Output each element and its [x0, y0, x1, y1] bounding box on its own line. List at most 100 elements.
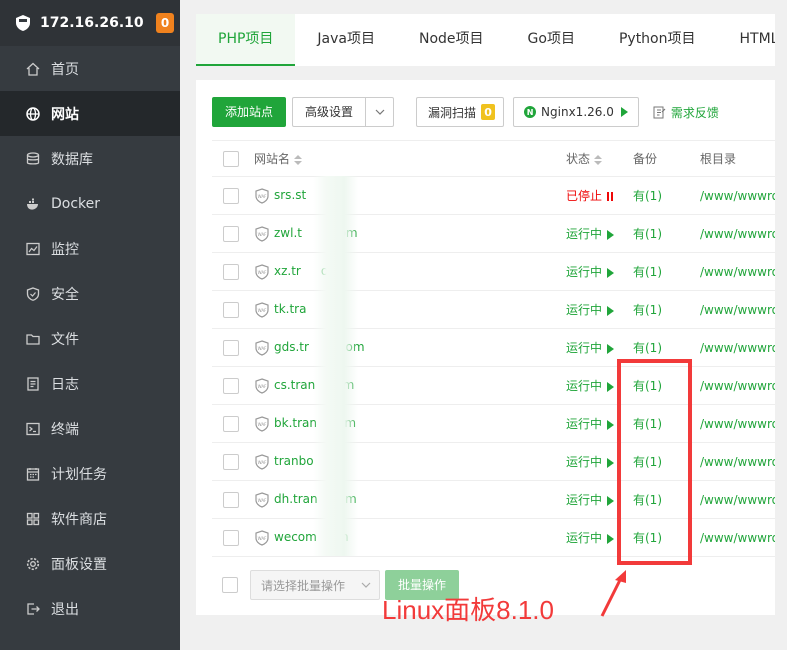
status-toggle[interactable]: 运行中	[566, 379, 615, 393]
project-tab[interactable]: Node项目	[397, 14, 506, 66]
sidebar-item[interactable]: 面板设置	[0, 541, 180, 586]
root-dir-link[interactable]: /www/wwwro	[700, 189, 775, 203]
status-toggle[interactable]: 运行中	[566, 341, 615, 355]
waf-shield-icon: WAF	[255, 491, 269, 508]
status-toggle[interactable]: 运行中	[566, 455, 615, 469]
root-dir-link[interactable]: /www/wwwro	[700, 341, 775, 355]
sidebar-item[interactable]: 文件	[0, 316, 180, 361]
sidebar-item[interactable]: Docker	[0, 181, 180, 226]
header-status[interactable]: 状态	[566, 140, 633, 177]
table-row: WAFsrs.stal已停止有(1)/www/wwwro	[212, 176, 775, 215]
play-icon	[607, 495, 615, 506]
root-dir-link[interactable]: /www/wwwro	[700, 227, 775, 241]
root-dir-link[interactable]: /www/wwwro	[700, 265, 775, 279]
svg-text:WAF: WAF	[258, 498, 267, 503]
calendar-icon	[26, 467, 40, 481]
sidebar-item-label: 软件商店	[51, 511, 107, 528]
annotation-highlight-box	[617, 359, 692, 565]
row-checkbox[interactable]	[223, 263, 239, 280]
sidebar-item[interactable]: 软件商店	[0, 496, 180, 541]
sidebar-item[interactable]: 数据库	[0, 136, 180, 181]
root-dir-link[interactable]: /www/wwwro	[700, 493, 775, 507]
nginx-version: Nginx1.26.0	[541, 105, 614, 119]
notification-badge[interactable]: 0	[156, 13, 174, 33]
play-icon	[607, 267, 615, 278]
waf-shield-icon: WAF	[255, 187, 269, 204]
batch-operation-select[interactable]: 请选择批量操作	[250, 570, 380, 600]
sidebar-item[interactable]: 退出	[0, 586, 180, 631]
backup-link[interactable]: 有(1)	[633, 265, 662, 279]
play-icon	[607, 229, 615, 240]
toolbar: 添加站点 高级设置 漏洞扫描 0 N Nginx1.26.0 需求反馈	[212, 97, 719, 127]
feedback-link[interactable]: 需求反馈	[653, 104, 719, 121]
sidebar-item[interactable]: 终端	[0, 406, 180, 451]
waf-shield-icon: WAF	[255, 263, 269, 280]
root-dir-link[interactable]: /www/wwwro	[700, 303, 775, 317]
sidebar-item[interactable]: 网站	[0, 91, 180, 136]
row-checkbox[interactable]	[223, 301, 239, 318]
sidebar-item[interactable]: 日志	[0, 361, 180, 406]
status-toggle[interactable]: 运行中	[566, 303, 615, 317]
vuln-scan-label: 漏洞扫描	[428, 105, 477, 120]
status-toggle[interactable]: 运行中	[566, 265, 615, 279]
row-checkbox[interactable]	[223, 415, 239, 432]
svg-text:WAF: WAF	[258, 270, 267, 275]
status-toggle[interactable]: 运行中	[566, 227, 615, 241]
sidebar-item[interactable]: 安全	[0, 271, 180, 316]
chevron-down-icon[interactable]	[365, 98, 393, 126]
svg-text:WAF: WAF	[258, 232, 267, 237]
svg-text:WAF: WAF	[258, 460, 267, 465]
waf-shield-icon: WAF	[255, 301, 269, 318]
backup-link[interactable]: 有(1)	[633, 189, 662, 203]
row-checkbox[interactable]	[223, 529, 239, 546]
row-checkbox[interactable]	[223, 491, 239, 508]
add-site-button[interactable]: 添加站点	[212, 97, 287, 127]
sidebar-item[interactable]: 首页	[0, 46, 180, 91]
backup-link[interactable]: 有(1)	[633, 303, 662, 317]
status-toggle[interactable]: 已停止	[566, 189, 615, 203]
sidebar-item[interactable]: 计划任务	[0, 451, 180, 496]
sidebar-header: 172.16.26.10 0	[0, 0, 180, 46]
project-tab[interactable]: HTML	[718, 14, 776, 66]
svg-text:WAF: WAF	[258, 384, 267, 389]
waf-shield-icon: WAF	[255, 377, 269, 394]
row-checkbox[interactable]	[223, 339, 239, 356]
nginx-icon: N	[524, 106, 537, 118]
sidebar-item[interactable]: 监控	[0, 226, 180, 271]
table-row: WAFzwl.tcom运行中有(1)/www/wwwro	[212, 214, 775, 253]
row-checkbox[interactable]	[223, 377, 239, 394]
root-dir-link[interactable]: /www/wwwro	[700, 455, 775, 469]
logout-icon	[26, 602, 40, 616]
waf-shield-icon: WAF	[255, 529, 269, 546]
root-dir-link[interactable]: /www/wwwro	[700, 379, 775, 393]
table-header-row: 网站名 状态 备份 根目录	[212, 140, 775, 177]
redaction-blur	[313, 176, 358, 556]
root-dir-link[interactable]: /www/wwwro	[700, 417, 775, 431]
project-tab[interactable]: Python项目	[597, 14, 718, 66]
project-tab[interactable]: Go项目	[506, 14, 597, 66]
backup-link[interactable]: 有(1)	[633, 227, 662, 241]
select-all-checkbox[interactable]	[223, 150, 239, 167]
status-toggle[interactable]: 运行中	[566, 493, 615, 507]
shield-logo-icon	[16, 15, 30, 31]
row-checkbox[interactable]	[223, 187, 239, 204]
annotation-text: Linux面板8.1.0	[382, 595, 554, 625]
row-checkbox[interactable]	[223, 225, 239, 242]
sidebar-item-label: 退出	[51, 601, 79, 618]
status-toggle[interactable]: 运行中	[566, 531, 615, 545]
project-tab[interactable]: Java项目	[295, 14, 397, 66]
nginx-button[interactable]: N Nginx1.26.0	[513, 97, 639, 127]
svg-text:WAF: WAF	[258, 194, 267, 199]
root-dir-link[interactable]: /www/wwwro	[700, 531, 775, 545]
advanced-settings-label: 高级设置	[305, 105, 354, 119]
project-tab[interactable]: PHP项目	[196, 14, 296, 66]
vuln-scan-button[interactable]: 漏洞扫描 0	[416, 97, 505, 127]
advanced-settings-dropdown[interactable]: 高级设置	[292, 97, 395, 127]
batch-select-all-checkbox[interactable]	[222, 577, 238, 593]
header-site-name[interactable]: 网站名	[254, 140, 566, 177]
row-checkbox[interactable]	[223, 453, 239, 470]
sidebar-item-label: 数据库	[51, 151, 93, 168]
backup-link[interactable]: 有(1)	[633, 341, 662, 355]
status-toggle[interactable]: 运行中	[566, 417, 615, 431]
waf-shield-icon: WAF	[255, 415, 269, 432]
